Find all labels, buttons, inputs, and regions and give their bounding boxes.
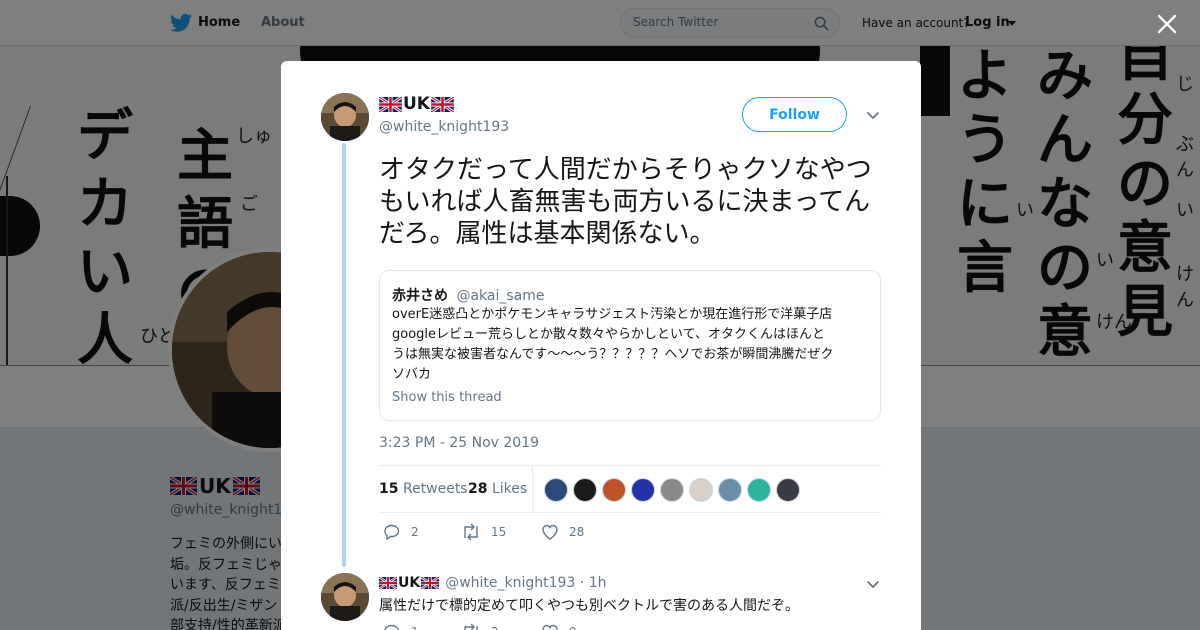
reply-tweet[interactable]: UK @white_knight193 · 1h 属性だけで標的定めて叩くやつも… [281, 567, 921, 630]
reply-time[interactable]: 1h [589, 575, 607, 591]
reply-action[interactable]: 2 [383, 523, 419, 541]
liker-avatar[interactable] [689, 478, 713, 502]
reply-action[interactable]: 1 [383, 623, 419, 630]
quote-text: overE迷惑凸とかポケモンキャラサジェスト汚染とか現在進行形で洋菓子店 goo… [392, 305, 870, 385]
liker-avatar[interactable] [631, 478, 655, 502]
tweet-timestamp[interactable]: 3:23 PM - 25 Nov 2019 [379, 435, 539, 451]
quote-text-line: googleレビュー荒らしとか散々数々やらかしといて、オタクくんはほんと [392, 327, 825, 342]
reply-header: UK @white_knight193 · 1h [379, 575, 607, 591]
thread-connector [342, 143, 346, 567]
quote-author: 赤井さめ @akai_same [392, 285, 545, 305]
uk-flag-icon [379, 96, 402, 112]
author-name[interactable]: UK [379, 94, 454, 114]
quote-text-line: ソバカ [392, 367, 432, 382]
heart-icon [542, 624, 558, 630]
reply-count: 1 [411, 625, 419, 630]
liker-avatar[interactable] [573, 478, 597, 502]
author-avatar[interactable] [321, 93, 369, 141]
tweet-text: オタクだって人間だからそりゃクソなやつもいれば人畜無害も両方いるに決まってんだろ… [379, 155, 872, 249]
uk-flag-icon [430, 96, 454, 112]
stats-divider [532, 466, 533, 512]
reply-icon [384, 524, 400, 541]
uk-flag-icon [379, 577, 397, 589]
liker-avatar[interactable] [602, 478, 626, 502]
retweets-label: Retweets [402, 481, 468, 497]
follow-button[interactable]: Follow [742, 97, 847, 132]
chevron-down-icon[interactable] [866, 580, 880, 590]
tweet-stats: 15 Retweets 28 Likes [379, 465, 881, 513]
like-count: 28 [569, 525, 585, 539]
likes-stat[interactable]: 28 Likes [468, 481, 527, 497]
author-name-text: UK [403, 94, 430, 114]
reply-author-handle[interactable]: @white_knight193 [445, 575, 575, 591]
retweets-count: 15 [379, 481, 399, 497]
reply-author-avatar[interactable] [321, 573, 369, 621]
quote-author-name: 赤井さめ [392, 288, 448, 304]
tweet-modal: UK @white_knight193 Follow オタクだって人間だからそり… [281, 61, 921, 630]
like-action[interactable]: 9 [541, 623, 577, 630]
heart-icon [542, 524, 558, 540]
retweet-icon [464, 623, 478, 630]
liker-avatar[interactable] [544, 478, 568, 502]
retweet-action[interactable]: 15 [461, 523, 506, 541]
avatar-photo [321, 573, 369, 621]
retweet-count: 2 [491, 625, 499, 630]
liker-avatar[interactable] [718, 478, 742, 502]
reply-text: 属性だけで標的定めて叩くやつも別ベクトルで害のある人間だぞ。 [379, 598, 799, 614]
likes-count: 28 [468, 481, 488, 497]
uk-flag-icon [421, 577, 440, 589]
liker-avatar[interactable] [660, 478, 684, 502]
quote-author-handle: @akai_same [456, 288, 545, 304]
retweets-stat[interactable]: 15 Retweets [379, 481, 468, 497]
tweet-actions: 2 15 28 [379, 523, 779, 543]
liker-avatar[interactable] [776, 478, 800, 502]
close-icon[interactable] [1155, 12, 1179, 36]
reply-count: 2 [411, 525, 419, 539]
reply-separator: · [575, 575, 589, 591]
retweet-count: 15 [491, 525, 507, 539]
quoted-tweet[interactable]: 赤井さめ @akai_same overE迷惑凸とかポケモンキャラサジェスト汚染… [379, 270, 881, 421]
reply-icon [384, 624, 400, 630]
show-thread-link[interactable]: Show this thread [392, 390, 502, 405]
avatar-photo [321, 93, 369, 141]
reply-author-name-text: UK [398, 575, 421, 591]
quote-text-line: うは無実な被害者なんです～～～う？？？？？ヘソでお茶が瞬間沸騰だぜク [392, 347, 834, 362]
chevron-down-icon[interactable] [866, 111, 880, 121]
likes-label: Likes [491, 481, 528, 497]
like-count: 9 [569, 625, 577, 630]
quote-text-line: overE迷惑凸とかポケモンキャラサジェスト汚染とか現在進行形で洋菓子店 [392, 307, 833, 322]
reply-author-name[interactable]: UK [379, 575, 440, 591]
retweet-action[interactable]: 2 [461, 623, 499, 630]
liker-avatar[interactable] [747, 478, 771, 502]
like-action[interactable]: 28 [541, 523, 584, 541]
reply-actions: 1 2 9 [379, 623, 779, 630]
retweet-icon [464, 523, 478, 541]
author-handle[interactable]: @white_knight193 [379, 119, 509, 135]
